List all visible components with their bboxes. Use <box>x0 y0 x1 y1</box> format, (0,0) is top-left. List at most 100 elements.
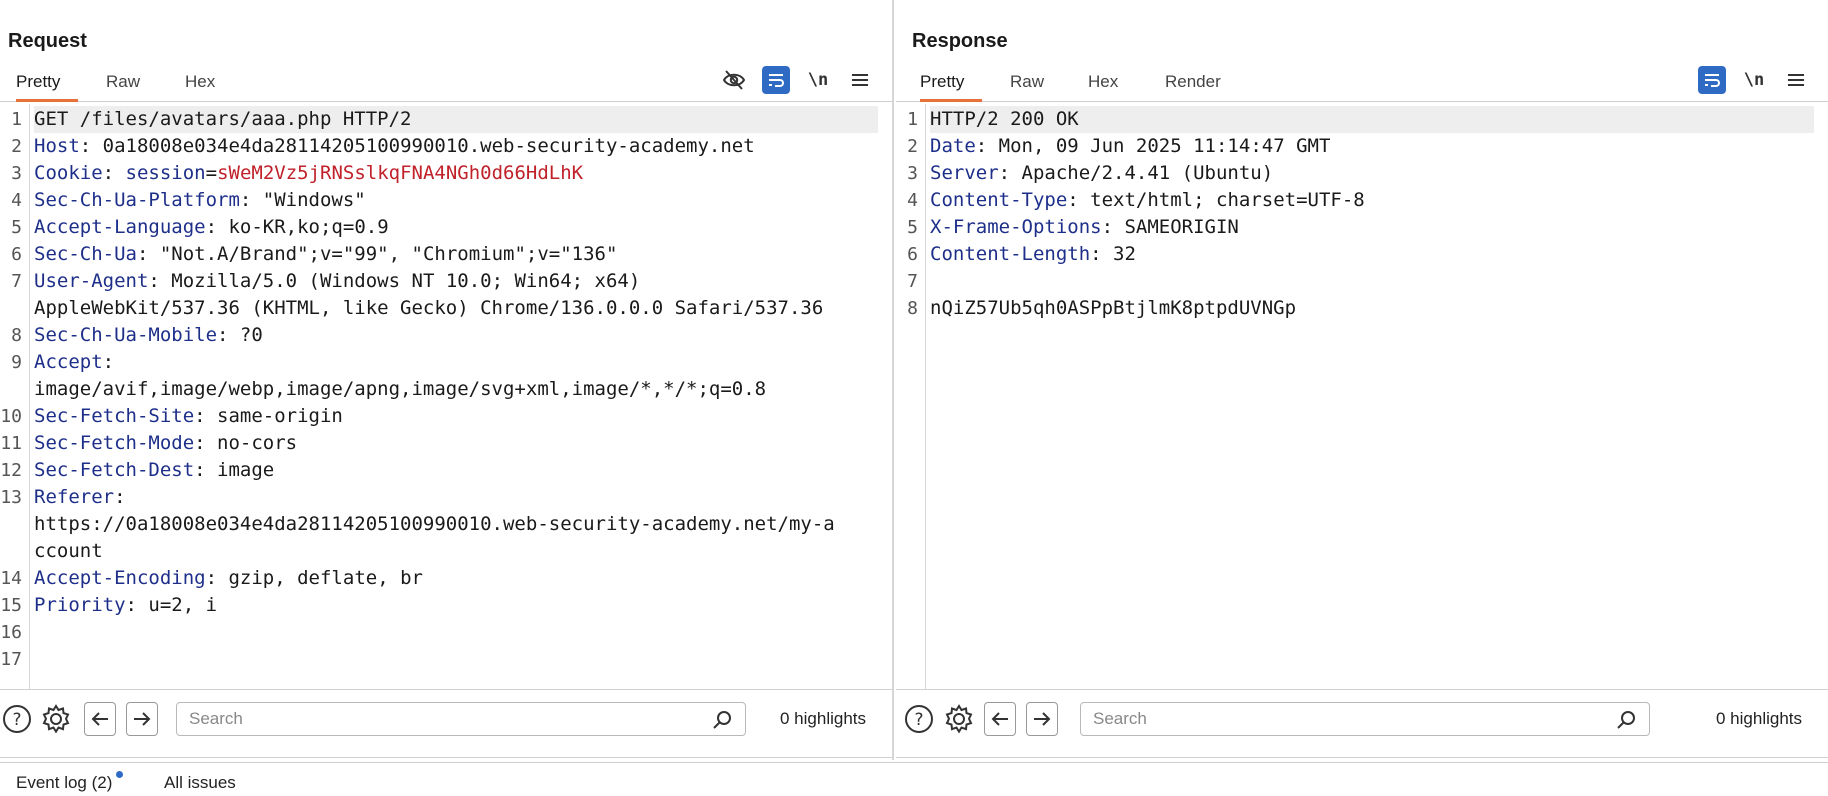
code-line[interactable]: 8 nQiZ57Ub5qh0ASPpBtjlmK8ptpdUVNGp <box>907 295 1814 322</box>
hamburger-menu-icon[interactable] <box>846 66 874 94</box>
response-search-bar: ? 0 highlights <box>896 692 1828 758</box>
code-line[interactable]: 11 Sec-Fetch-Mode: no-cors <box>0 430 878 457</box>
gear-icon[interactable] <box>944 702 974 736</box>
code-line[interactable]: image/avif,image/webp,image/apng,image/s… <box>34 376 878 403</box>
line-value: "Not.A/Brand";v="99", "Chromium";v="136" <box>159 243 618 265</box>
code-line[interactable]: ccount <box>34 538 878 565</box>
header-separator: : <box>79 135 103 157</box>
line-value: Mozilla/5.0 (Windows NT 10.0; Win64; x64… <box>171 270 641 292</box>
request-search-input[interactable] <box>189 709 644 729</box>
line-number: 16 <box>0 622 22 643</box>
header-name: Accept-Encoding <box>34 567 206 589</box>
header-name: Sec-Fetch-Mode <box>34 432 195 454</box>
header-separator: : <box>1101 216 1125 238</box>
line-number: 9 <box>11 352 22 373</box>
code-line[interactable]: 8 Sec-Ch-Ua-Mobile: ?0 <box>11 322 878 349</box>
response-tab-pretty[interactable]: Pretty <box>920 72 982 102</box>
code-line[interactable]: 2 Host: 0a18008e034e4da28114205100990010.… <box>11 133 878 160</box>
line-value: Apache/2.4.41 (Ubuntu) <box>1021 162 1274 184</box>
response-tab-render[interactable]: Render <box>1165 72 1221 102</box>
help-icon[interactable]: ? <box>904 702 934 736</box>
event-log-tab[interactable]: Event log (2) <box>16 771 124 793</box>
header-separator: : <box>194 459 218 481</box>
line-number: 13 <box>0 487 22 508</box>
code-line[interactable]: AppleWebKit/537.36 (KHTML, like Gecko) C… <box>34 295 878 322</box>
code-line[interactable]: 17 <box>0 646 878 673</box>
line-number: 3 <box>907 163 918 184</box>
header-separator: : <box>1067 189 1091 211</box>
line-number: 7 <box>11 271 22 292</box>
code-line[interactable]: 1 HTTP/2 200 OK <box>907 106 1814 133</box>
header-name: Server <box>930 162 999 184</box>
code-line[interactable]: 3 Cookie: session=sWeM2Vz5jRNSslkqFNA4NGh… <box>11 160 878 187</box>
request-tab-hex[interactable]: Hex <box>185 72 215 102</box>
request-search-field[interactable] <box>176 702 746 736</box>
response-tab-hex[interactable]: Hex <box>1088 72 1118 102</box>
line-value: same-origin <box>217 405 343 427</box>
code-line[interactable]: 14 Accept-Encoding: gzip, deflate, br <box>0 565 878 592</box>
all-issues-tab[interactable]: All issues <box>164 773 236 793</box>
code-line[interactable]: 13 Referer: <box>0 484 878 511</box>
code-line[interactable]: 1 GET /files/avatars/aaa.php HTTP/2 <box>11 106 878 133</box>
code-line[interactable]: 10 Sec-Fetch-Site: same-origin <box>0 403 878 430</box>
header-separator: : <box>205 216 229 238</box>
header-name: Priority <box>34 594 126 616</box>
code-line[interactable]: 5 Accept-Language: ko-KR,ko;q=0.9 <box>11 214 878 241</box>
search-icon[interactable] <box>711 709 733 731</box>
request-editor[interactable]: 1 GET /files/avatars/aaa.php HTTP/2 2 Host:… <box>0 104 892 690</box>
code-line[interactable]: 7 <box>907 268 1814 295</box>
line-value: Mon, 09 Jun 2025 11:14:47 GMT <box>998 135 1331 157</box>
code-line[interactable]: 2 Date: Mon, 09 Jun 2025 11:14:47 GMT <box>907 133 1814 160</box>
newline-toggle[interactable]: \n <box>804 66 832 94</box>
hamburger-menu-icon[interactable] <box>1782 66 1810 94</box>
request-tab-pretty[interactable]: Pretty <box>16 72 78 102</box>
header-name: Accept <box>34 351 103 373</box>
line-value: SAMEORIGIN <box>1124 216 1239 238</box>
code-line[interactable]: 7 User-Agent: Mozilla/5.0 (Windows NT 10.… <box>11 268 878 295</box>
help-icon[interactable]: ? <box>2 702 32 736</box>
request-code[interactable]: 1 GET /files/avatars/aaa.php HTTP/2 2 Host:… <box>0 106 878 673</box>
search-icon[interactable] <box>1615 709 1637 731</box>
line-value: 0a18008e034e4da28114205100990010.web-sec… <box>102 135 755 157</box>
newline-toggle[interactable]: \n <box>1740 66 1768 94</box>
arrow-left-icon[interactable] <box>84 702 116 736</box>
code-line[interactable]: 15 Priority: u=2, i <box>0 592 878 619</box>
response-tools: \n <box>1698 66 1810 94</box>
arrow-left-icon[interactable] <box>984 702 1016 736</box>
arrow-right-icon[interactable] <box>126 702 158 736</box>
response-search-input[interactable] <box>1093 709 1548 729</box>
code-line[interactable]: https://0a18008e034e4da28114205100990010… <box>34 511 878 538</box>
line-value: image <box>217 459 275 481</box>
header-name: User-Agent <box>34 270 149 292</box>
response-code[interactable]: 1 HTTP/2 200 OK 2 Date: Mon, 09 Jun 2025 11… <box>907 106 1814 322</box>
request-tab-raw[interactable]: Raw <box>106 72 140 102</box>
word-wrap-icon[interactable] <box>762 66 790 94</box>
request-tools: \n <box>720 66 874 94</box>
response-search-field[interactable] <box>1080 702 1650 736</box>
arrow-right-icon[interactable] <box>1026 702 1058 736</box>
eye-slash-icon[interactable] <box>720 66 748 94</box>
code-line[interactable]: 4 Content-Type: text/html; charset=UTF-8 <box>907 187 1814 214</box>
code-line[interactable]: 5 X-Frame-Options: SAMEORIGIN <box>907 214 1814 241</box>
code-line[interactable]: 9 Accept: <box>11 349 878 376</box>
code-line[interactable]: 6 Sec-Ch-Ua: "Not.A/Brand";v="99", "Chrom… <box>11 241 878 268</box>
response-editor[interactable]: 1 HTTP/2 200 OK 2 Date: Mon, 09 Jun 2025 11… <box>896 104 1828 690</box>
code-line[interactable]: 6 Content-Length: 32 <box>907 241 1814 268</box>
header-name: Host <box>34 135 80 157</box>
line-number: 1 <box>907 109 918 130</box>
code-line[interactable]: 16 <box>0 619 878 646</box>
line-number: 8 <box>11 325 22 346</box>
header-name: Cookie <box>34 162 103 184</box>
word-wrap-icon[interactable] <box>1698 66 1726 94</box>
header-name: Sec-Fetch-Dest <box>34 459 195 481</box>
line-number: 11 <box>0 433 22 454</box>
gear-icon[interactable] <box>41 702 71 736</box>
code-line[interactable]: 3 Server: Apache/2.4.41 (Ubuntu) <box>907 160 1814 187</box>
response-tab-raw[interactable]: Raw <box>1010 72 1044 102</box>
cookie-equals: = <box>205 162 218 184</box>
line-value: text/html; charset=UTF-8 <box>1090 189 1365 211</box>
code-line[interactable]: 12 Sec-Fetch-Dest: image <box>0 457 878 484</box>
header-separator: : <box>1090 243 1114 265</box>
response-title: Response <box>912 30 1008 52</box>
code-line[interactable]: 4 Sec-Ch-Ua-Platform: "Windows" <box>11 187 878 214</box>
